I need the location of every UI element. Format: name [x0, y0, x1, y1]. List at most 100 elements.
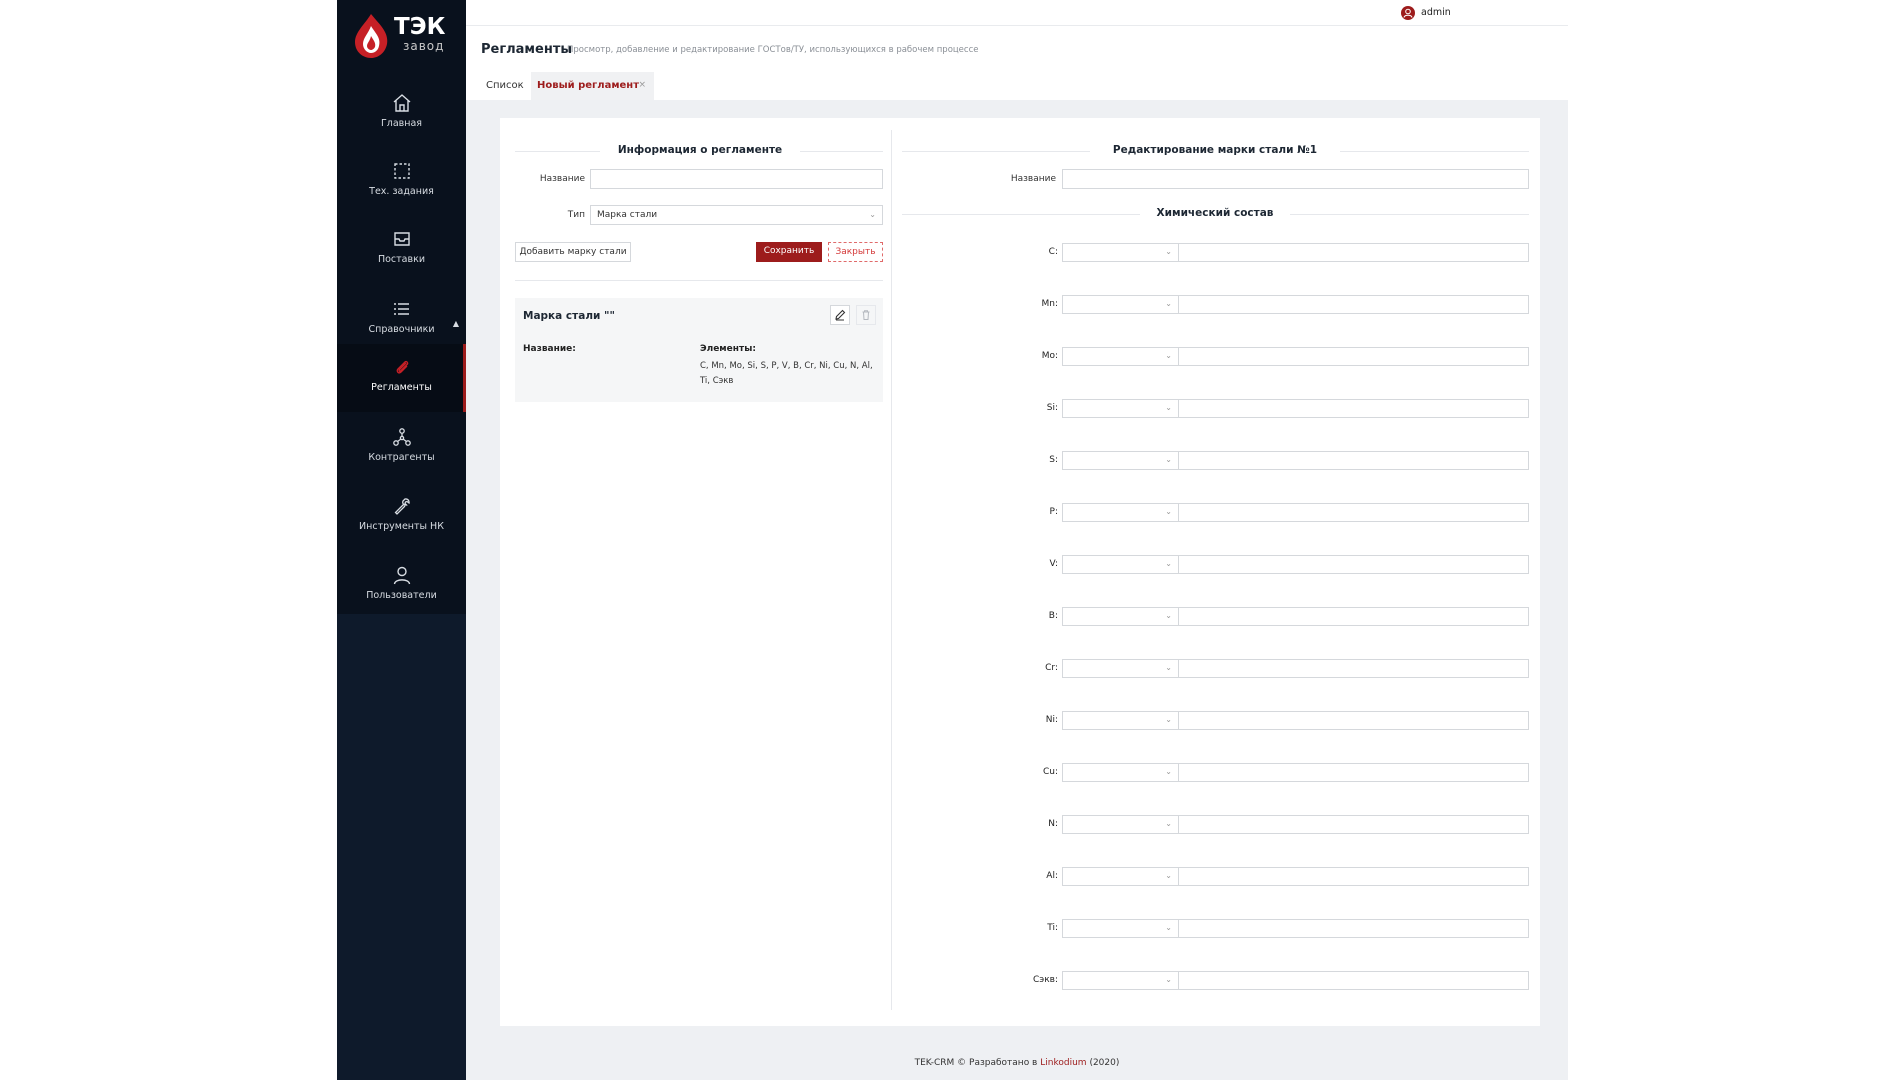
sidebar-item-label: Тех. задания — [369, 186, 434, 197]
chevron-up-icon[interactable]: ▲ — [453, 319, 459, 328]
element-operator-select[interactable]: ⌄ — [1062, 919, 1179, 938]
element-value-input[interactable] — [1179, 659, 1529, 678]
section-title: Редактирование марки стали №1 — [1090, 144, 1340, 156]
element-value-input[interactable] — [1179, 451, 1529, 470]
chevron-down-icon: ⌄ — [1165, 299, 1172, 308]
chevron-down-icon: ⌄ — [869, 210, 876, 219]
element-operator-select[interactable]: ⌄ — [1062, 243, 1179, 262]
steel-grade-card: Марка стали "" Название: Элементы: C, Mn… — [515, 298, 883, 402]
element-operator-select[interactable]: ⌄ — [1062, 763, 1179, 782]
chevron-down-icon: ⌄ — [1165, 247, 1172, 256]
element-label: Mn: — [1041, 299, 1058, 309]
list-icon — [394, 303, 409, 315]
element-value-input[interactable] — [1179, 295, 1529, 314]
element-label: C: — [1048, 247, 1058, 257]
element-value-input[interactable] — [1179, 347, 1529, 366]
element-operator-select[interactable]: ⌄ — [1062, 503, 1179, 522]
top-header: admin — [466, 0, 1568, 26]
user-icon — [393, 566, 411, 585]
brand-name: ТЭК — [394, 14, 446, 40]
close-button[interactable]: Закрыть — [828, 242, 883, 262]
chevron-down-icon: ⌄ — [1165, 351, 1172, 360]
element-label: Cr: — [1045, 663, 1058, 673]
delete-button[interactable] — [856, 305, 876, 325]
element-value-input[interactable] — [1179, 815, 1529, 834]
sidebar-item-supplies[interactable]: Поставки — [337, 216, 466, 284]
element-operator-select[interactable]: ⌄ — [1062, 711, 1179, 730]
close-icon[interactable]: × — [638, 80, 646, 90]
sidebar-item-label: Инструменты НК — [359, 521, 444, 532]
chevron-down-icon: ⌄ — [1165, 819, 1172, 828]
element-label: Mo: — [1041, 351, 1058, 361]
element-label: N: — [1048, 819, 1058, 829]
element-operator-select[interactable]: ⌄ — [1062, 295, 1179, 314]
element-operator-select[interactable]: ⌄ — [1062, 607, 1179, 626]
sidebar-item-ndt-tools[interactable]: Инструменты НК — [337, 483, 466, 551]
sidebar-item-label: Пользователи — [366, 590, 437, 601]
sidebar-item-counterparties[interactable]: Контрагенты — [337, 414, 466, 482]
element-value-input[interactable] — [1179, 243, 1529, 262]
user-icon — [1403, 8, 1413, 18]
element-label: S: — [1049, 455, 1058, 465]
element-value-input[interactable] — [1179, 607, 1529, 626]
chevron-down-icon: ⌄ — [1165, 923, 1172, 932]
sidebar-item-tech-tasks[interactable]: Тех. задания — [337, 148, 466, 216]
inbox-icon — [394, 232, 410, 246]
element-label: Сэкв: — [1033, 975, 1058, 985]
sidebar-item-home[interactable]: Главная — [337, 80, 466, 148]
element-value-input[interactable] — [1179, 399, 1529, 418]
wrench-icon — [394, 498, 410, 515]
form-card: Информация о регламенте Название Тип Мар… — [500, 118, 1540, 1026]
chevron-down-icon: ⌄ — [1165, 455, 1172, 464]
element-label: Cu: — [1042, 767, 1058, 777]
edit-button[interactable] — [830, 305, 850, 325]
sidebar-item-label: Контрагенты — [368, 452, 435, 463]
save-button[interactable]: Сохранить — [756, 242, 822, 262]
chevron-down-icon: ⌄ — [1165, 975, 1172, 984]
sidebar-item-users[interactable]: Пользователи — [337, 552, 466, 620]
user-name[interactable]: admin — [1421, 7, 1451, 18]
element-value-input[interactable] — [1179, 763, 1529, 782]
pencil-icon — [835, 309, 846, 321]
element-operator-select[interactable]: ⌄ — [1062, 659, 1179, 678]
chevron-down-icon: ⌄ — [1165, 403, 1172, 412]
chevron-down-icon: ⌄ — [1165, 767, 1172, 776]
element-operator-select[interactable]: ⌄ — [1062, 555, 1179, 574]
flame-logo-icon — [355, 14, 388, 58]
element-operator-select[interactable]: ⌄ — [1062, 815, 1179, 834]
app-window: ТЭК завод Главная Тех. задания Поставки — [337, 0, 1568, 1080]
element-operator-select[interactable]: ⌄ — [1062, 347, 1179, 366]
element-value-input[interactable] — [1179, 555, 1529, 574]
add-steel-grade-button[interactable]: Добавить марку стали — [515, 242, 631, 262]
sidebar-item-label: Справочники — [368, 324, 435, 335]
element-value-input[interactable] — [1179, 919, 1529, 938]
tab-new-regulation[interactable]: Новый регламент × — [531, 72, 654, 100]
page-subtitle: Просмотр, добавление и редактирование ГО… — [567, 45, 979, 55]
home-icon — [393, 94, 411, 112]
element-operator-select[interactable]: ⌄ — [1062, 451, 1179, 470]
footer: TEK-CRM © Разработано в Linkodium (2020) — [466, 1058, 1568, 1068]
element-operator-select[interactable]: ⌄ — [1062, 399, 1179, 418]
element-label: Ni: — [1045, 715, 1058, 725]
type-select[interactable]: Марка стали ⌄ — [590, 205, 883, 225]
logo[interactable]: ТЭК завод — [349, 12, 457, 60]
chevron-down-icon: ⌄ — [1165, 715, 1172, 724]
type-label: Тип — [567, 210, 585, 220]
paperclip-icon — [396, 360, 409, 374]
element-operator-select[interactable]: ⌄ — [1062, 867, 1179, 886]
footer-link[interactable]: Linkodium — [1040, 1058, 1086, 1068]
avatar[interactable] — [1401, 6, 1415, 20]
name-field[interactable] — [590, 169, 883, 189]
element-operator-select[interactable]: ⌄ — [1062, 971, 1179, 990]
element-label: V: — [1049, 559, 1058, 569]
element-value-input[interactable] — [1179, 711, 1529, 730]
element-value-input[interactable] — [1179, 503, 1529, 522]
steel-elements-value: C, Mn, Mo, Si, S, P, V, B, Cr, Ni, Cu, N… — [700, 361, 873, 386]
element-value-input[interactable] — [1179, 971, 1529, 990]
element-value-input[interactable] — [1179, 867, 1529, 886]
tab-list[interactable]: Список — [480, 72, 530, 100]
element-label: Al: — [1046, 871, 1058, 881]
sidebar-item-regulations[interactable]: Регламенты — [337, 344, 466, 412]
name-label: Название — [539, 174, 585, 184]
grade-name-field[interactable] — [1062, 169, 1529, 189]
